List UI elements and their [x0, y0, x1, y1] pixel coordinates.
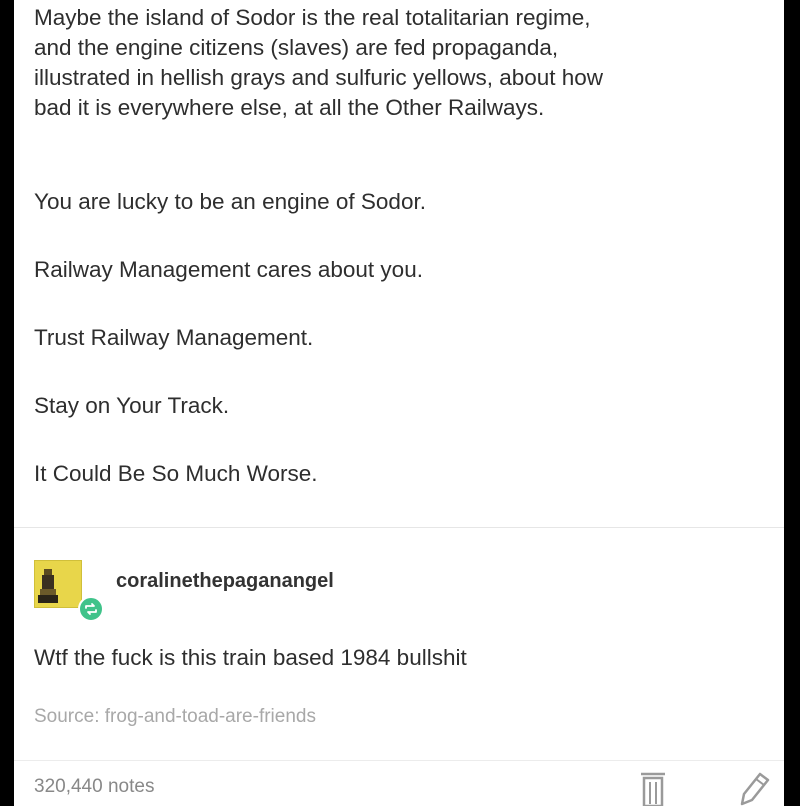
- post-intro-paragraph: Maybe the island of Sodor is the real to…: [34, 3, 603, 123]
- post-intro-line: and the engine citizens (slaves) are fed…: [34, 35, 559, 60]
- post-slogan: Railway Management cares about you.: [34, 257, 423, 282]
- reblog-icon: [85, 603, 97, 615]
- post-intro-line: Maybe the island of Sodor is the real to…: [34, 5, 591, 30]
- footer-divider: [14, 760, 784, 761]
- post-intro-line: bad it is everywhere else, at all the Ot…: [34, 95, 545, 120]
- avatar[interactable]: [34, 560, 82, 608]
- notes-count[interactable]: 320,440 notes: [34, 776, 154, 798]
- trash-icon[interactable]: [638, 768, 668, 806]
- post-slogan: Stay on Your Track.: [34, 393, 230, 418]
- post-slogan: You are lucky to be an engine of Sodor.: [34, 189, 426, 214]
- avatar-yellow-figure-icon: [38, 569, 58, 603]
- reblog-username[interactable]: coralinethepaganangel: [116, 570, 334, 593]
- source-link[interactable]: frog-and-toad-are-friends: [105, 706, 316, 727]
- reblog-comment: Wtf the fuck is this train based 1984 bu…: [34, 645, 467, 670]
- reblog-badge: [78, 596, 104, 622]
- post-source: Source: frog-and-toad-are-friends: [34, 706, 316, 728]
- pencil-icon[interactable]: [736, 768, 770, 806]
- post-slogan: It Could Be So Much Worse.: [34, 461, 318, 486]
- post-card: Maybe the island of Sodor is the real to…: [14, 0, 784, 806]
- post-slogan: Trust Railway Management.: [34, 325, 314, 350]
- reblog-divider: [14, 527, 784, 528]
- post-intro-line: illustrated in hellish grays and sulfuri…: [34, 65, 604, 90]
- source-label: Source:: [34, 706, 100, 727]
